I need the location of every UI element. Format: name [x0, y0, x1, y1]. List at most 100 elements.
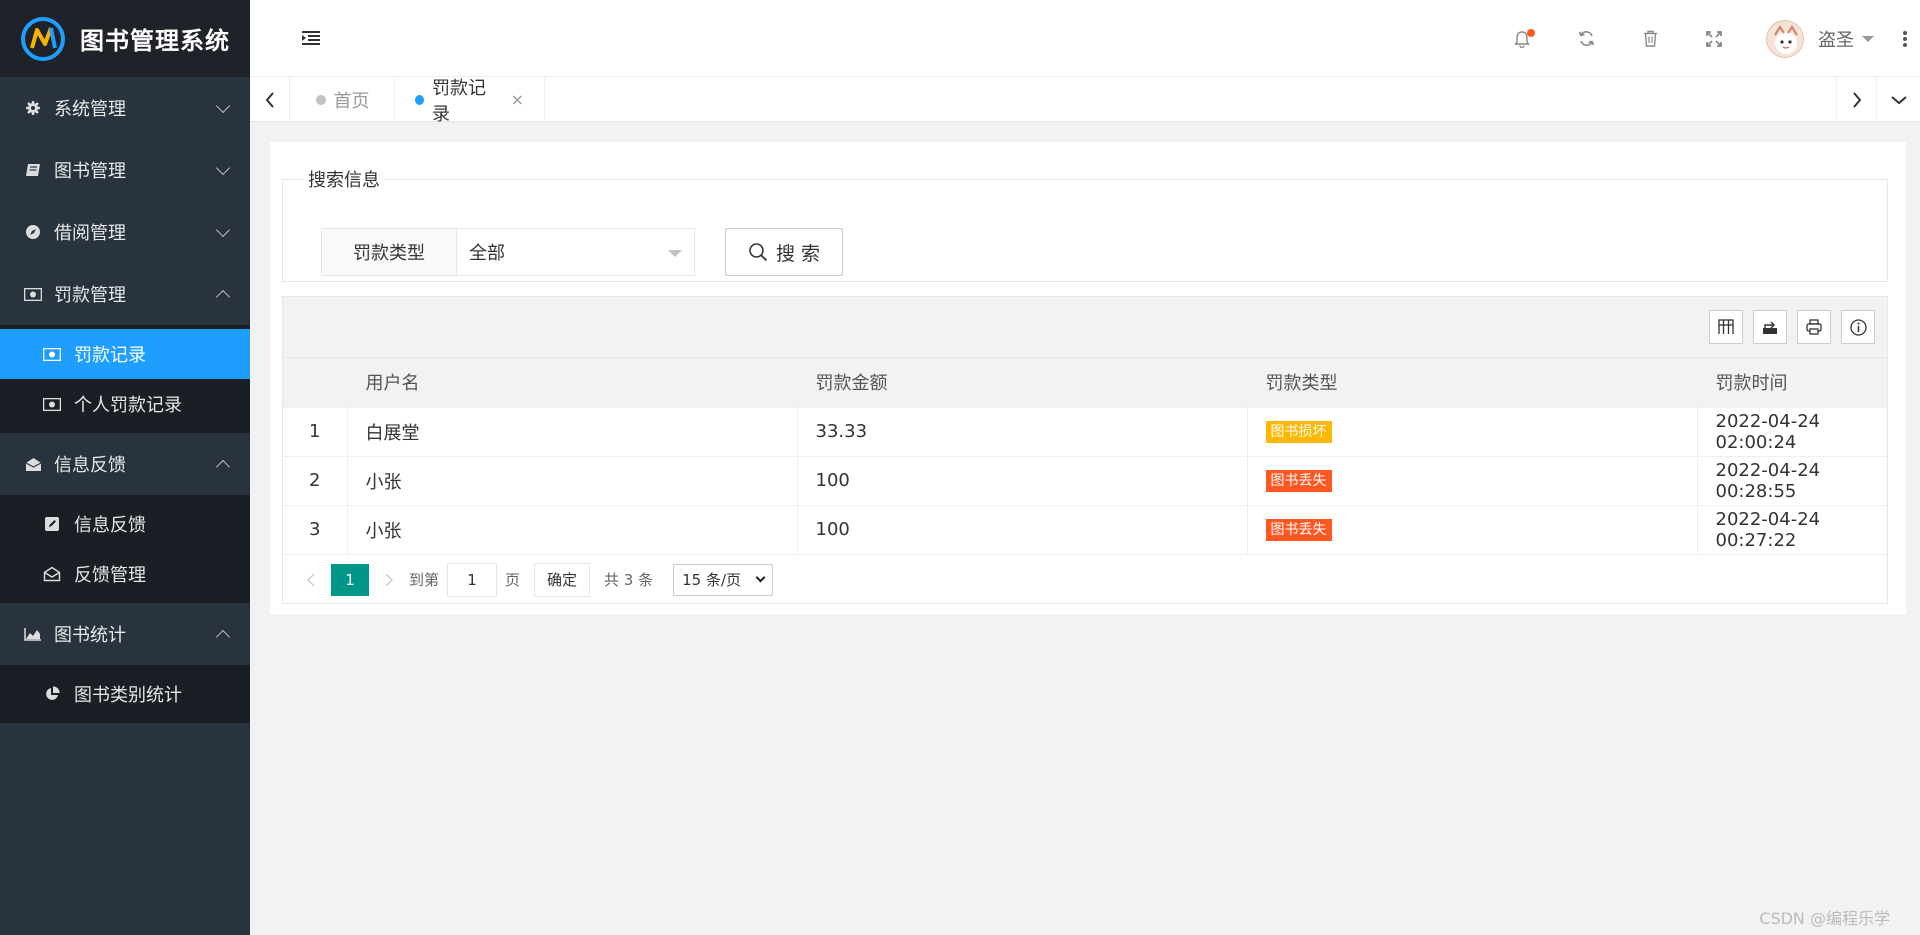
- data-table: 用户名 罚款金额 罚款类型 罚款时间 1 白展堂 33.33 图书损坏 2022…: [283, 358, 1887, 555]
- fine-type-select[interactable]: 全部: [457, 228, 695, 276]
- menu-group-fines: 罚款管理 罚款记录 个人罚款记录: [0, 263, 250, 433]
- chevron-right-icon: [385, 572, 393, 587]
- tab-bar: 首页 罚款记录 ×: [250, 77, 1920, 125]
- avatar: [1766, 19, 1804, 58]
- total-count: 共 3 条: [604, 571, 654, 589]
- info-icon: [1849, 318, 1867, 336]
- cell-username: 小张: [346, 505, 797, 555]
- menu-group-feedback: 信息反馈 信息反馈 反馈管理: [0, 433, 250, 603]
- info-button[interactable]: [1841, 310, 1875, 344]
- fine-type-badge: 图书丢失: [1265, 470, 1332, 492]
- close-icon[interactable]: ×: [511, 90, 524, 109]
- tab-options-button[interactable]: [1876, 77, 1920, 122]
- username: 盗圣: [1818, 29, 1854, 51]
- filter-columns-button[interactable]: [1709, 310, 1743, 344]
- menu-system[interactable]: 系统管理: [0, 77, 250, 139]
- search-button-label: 搜 索: [775, 242, 821, 265]
- col-username[interactable]: 用户名: [346, 358, 797, 408]
- table-row[interactable]: 1 白展堂 33.33 图书损坏 2022-04-24 02:00:24: [283, 407, 1887, 457]
- columns-icon: [1718, 319, 1734, 334]
- pagination: 1 到第 1 页 确定 共 3 条 15 条/页: [283, 555, 1887, 605]
- cell-username: 白展堂: [346, 407, 797, 457]
- sidebar-item-feedback[interactable]: 信息反馈: [0, 499, 250, 549]
- menu-stats[interactable]: 图书统计: [0, 603, 250, 665]
- envelope-open-icon: [24, 455, 42, 473]
- tab-label: 首页: [333, 90, 370, 112]
- submenu-fines: 罚款记录 个人罚款记录: [0, 325, 250, 433]
- menu-group-books: 图书管理: [0, 139, 250, 201]
- table-row[interactable]: 3 小张 100 图书丢失 2022-04-24 00:27:22: [283, 505, 1887, 555]
- col-amount[interactable]: 罚款金额: [796, 358, 1247, 408]
- col-time[interactable]: 罚款时间: [1696, 358, 1887, 408]
- fullscreen-button[interactable]: [1682, 0, 1746, 77]
- cell-time: 2022-04-24 00:28:55: [1696, 456, 1887, 506]
- sidebar-item-category-stats[interactable]: 图书类别统计: [0, 669, 250, 719]
- tab-dot: [315, 94, 326, 105]
- menu-feedback[interactable]: 信息反馈: [0, 433, 250, 495]
- col-type[interactable]: 罚款类型: [1246, 358, 1697, 408]
- cell-type: 图书损坏: [1246, 407, 1697, 457]
- tab-label: 罚款记录: [431, 77, 486, 125]
- tab-dot: [415, 94, 424, 105]
- row-index: 1: [283, 407, 347, 457]
- area-chart-icon: [24, 625, 42, 643]
- tab-home[interactable]: 首页: [291, 77, 395, 122]
- user-menu[interactable]: 盗圣: [1746, 0, 1890, 77]
- refresh-button[interactable]: [1554, 0, 1618, 77]
- clear-cache-button[interactable]: [1618, 0, 1682, 77]
- tab-scroll-left-button[interactable]: [250, 77, 290, 122]
- prev-page-button[interactable]: [299, 565, 323, 595]
- fine-type-badge: 图书丢失: [1265, 519, 1332, 541]
- tab-scroll-right-button[interactable]: [1836, 77, 1876, 122]
- menu-toggle-icon[interactable]: [302, 30, 320, 46]
- trash-icon: [1643, 30, 1657, 47]
- cell-amount: 100: [796, 505, 1247, 555]
- current-page[interactable]: 1: [331, 563, 369, 596]
- sidebar-item-feedback-admin[interactable]: 反馈管理: [0, 549, 250, 599]
- money-icon: [42, 345, 62, 363]
- sidebar-item-fine-records[interactable]: 罚款记录: [0, 329, 250, 379]
- print-icon: [1806, 319, 1822, 335]
- sidebar-item-label: 个人罚款记录: [74, 395, 182, 416]
- sidebar-item-label: 图书类别统计: [74, 685, 182, 706]
- menu-books[interactable]: 图书管理: [0, 139, 250, 201]
- sidebar-item-personal-fines[interactable]: 个人罚款记录: [0, 379, 250, 429]
- notification-dot: [1527, 29, 1535, 37]
- menu-books-label: 图书管理: [54, 161, 126, 182]
- print-button[interactable]: [1797, 310, 1831, 344]
- fine-type-label: 罚款类型: [321, 228, 457, 276]
- fullscreen-icon: [1706, 30, 1722, 47]
- cell-time: 2022-04-24 00:27:22: [1696, 505, 1887, 555]
- chevron-up-icon: [215, 459, 231, 475]
- table-header-row: 用户名 罚款金额 罚款类型 罚款时间: [283, 358, 1887, 408]
- sidebar-item-label: 反馈管理: [74, 565, 146, 586]
- table-row[interactable]: 2 小张 100 图书丢失 2022-04-24 00:28:55: [283, 456, 1887, 506]
- chevron-down-icon: [215, 222, 231, 238]
- fine-type-value: 全部: [469, 243, 505, 264]
- goto-page-input[interactable]: 1: [447, 562, 498, 597]
- cell-amount: 33.33: [796, 407, 1247, 457]
- page-size-select[interactable]: 15 条/页: [673, 563, 774, 596]
- logo-icon: [21, 16, 65, 61]
- cell-type: 图书丢失: [1246, 456, 1697, 506]
- export-button[interactable]: [1753, 310, 1787, 344]
- caret-down-icon: [668, 250, 682, 257]
- money-icon: [42, 395, 62, 413]
- refresh-icon: [1578, 31, 1594, 46]
- menu-borrow[interactable]: 借阅管理: [0, 201, 250, 263]
- goto-confirm-button[interactable]: 确定: [534, 562, 591, 597]
- notification-button[interactable]: [1490, 0, 1554, 77]
- sidebar: 图书管理系统 系统管理 图书管理 借阅管理 罚款管理 罚款记录 个人罚款记录 信…: [0, 0, 250, 935]
- chevron-down-icon: [215, 160, 231, 176]
- money-icon: [24, 285, 42, 303]
- more-button[interactable]: [1890, 0, 1920, 77]
- search-button[interactable]: 搜 索: [725, 228, 843, 276]
- export-icon: [1763, 321, 1777, 334]
- submenu-feedback: 信息反馈 反馈管理: [0, 495, 250, 603]
- next-page-button[interactable]: [377, 565, 401, 595]
- menu-borrow-label: 借阅管理: [54, 223, 126, 244]
- chevron-left-icon: [265, 91, 274, 108]
- tab-fine-records[interactable]: 罚款记录 ×: [395, 77, 545, 125]
- menu-fines[interactable]: 罚款管理: [0, 263, 250, 325]
- search-panel: 搜索信息 罚款类型 全部 搜 索: [282, 166, 1888, 282]
